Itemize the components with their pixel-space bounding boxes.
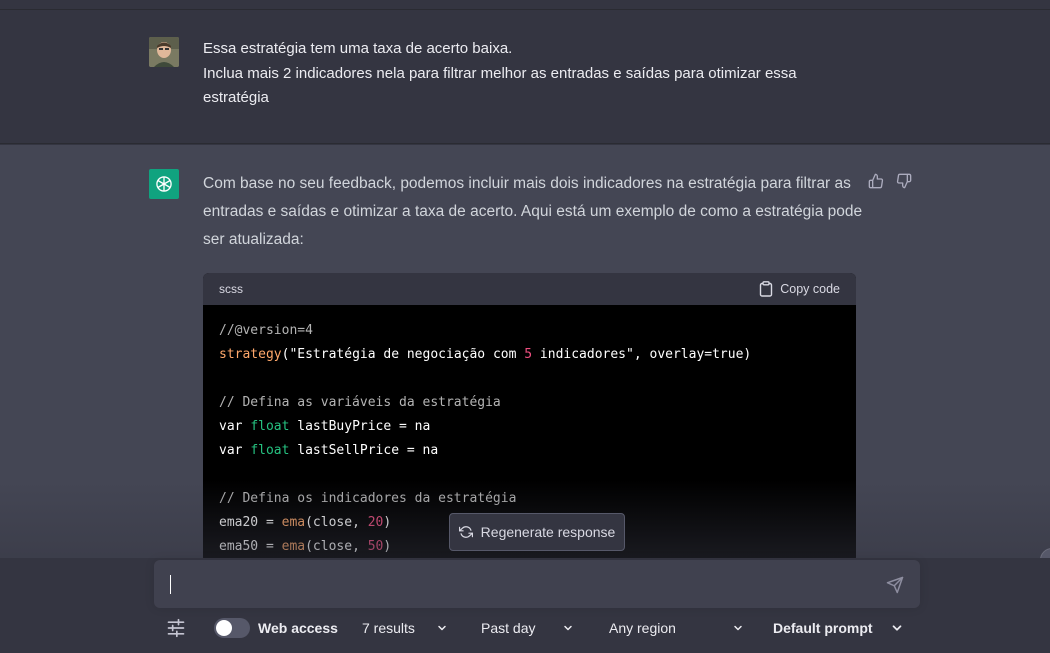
thumbs-up-icon [868,173,884,189]
code-line: // Defina as variáveis da estratégia [219,395,501,410]
region-select-value: Any region [609,620,676,636]
assistant-message-text: Com base no seu feedback, podemos inclui… [203,175,863,248]
code-line: // Defina os indicadores da estratégia [219,491,517,506]
chevron-down-icon [438,625,446,631]
time-select[interactable]: Past day [481,612,574,644]
code-line: var float lastBuyPrice = na [219,419,431,434]
web-access-toggle-wrap: Web access [214,612,338,644]
sliders-icon [167,618,185,638]
top-strip [0,0,1050,10]
results-select[interactable]: 7 results [362,612,448,644]
results-select-value: 7 results [362,620,415,636]
assistant-avatar [149,169,179,199]
user-message-line-1: Essa estratégia tem uma taxa de acerto b… [203,40,513,57]
chevron-down-icon [892,625,902,631]
thumbs-down-icon [896,173,912,189]
regenerate-response-label: Regenerate response [480,524,616,540]
chevron-down-icon [734,625,742,631]
chevron-down-icon [564,625,572,631]
user-message-text: Essa estratégia tem uma taxa de acerto b… [203,37,853,111]
prompt-select[interactable]: Default prompt [773,612,904,644]
thumbs-down-button[interactable] [895,172,913,190]
code-language-label: scss [219,282,243,296]
text-caret [170,575,171,594]
web-access-label: Web access [258,620,338,636]
region-select[interactable]: Any region [609,612,744,644]
user-photo-icon [149,37,179,67]
settings-button[interactable] [166,612,186,644]
web-search-toolbar: Web access 7 results Past day Any region… [0,612,1050,644]
user-avatar [149,37,179,67]
prompt-select-value: Default prompt [773,620,873,636]
send-button[interactable] [886,576,904,594]
code-block-header: scss Copy code [203,273,856,305]
copy-code-label: Copy code [780,282,840,296]
prompt-input[interactable] [168,573,868,597]
code-line: strategy("Estratégia de negociação com 5… [219,347,752,362]
user-message-line-2: Inclua mais 2 indicadores nela para filt… [203,64,797,107]
refresh-icon [458,526,473,538]
time-select-value: Past day [481,620,536,636]
thumbs-up-button[interactable] [867,172,885,190]
code-line: var float lastSellPrice = na [219,443,439,458]
copy-code-button[interactable]: Copy code [759,281,840,297]
send-icon [886,576,904,594]
code-line: //@version=4 [219,323,313,338]
web-access-toggle[interactable] [214,618,250,638]
regenerate-response-button[interactable]: Regenerate response [449,513,625,551]
prompt-input-container [154,560,920,608]
clipboard-icon [760,281,773,297]
openai-logo-icon [156,176,172,192]
